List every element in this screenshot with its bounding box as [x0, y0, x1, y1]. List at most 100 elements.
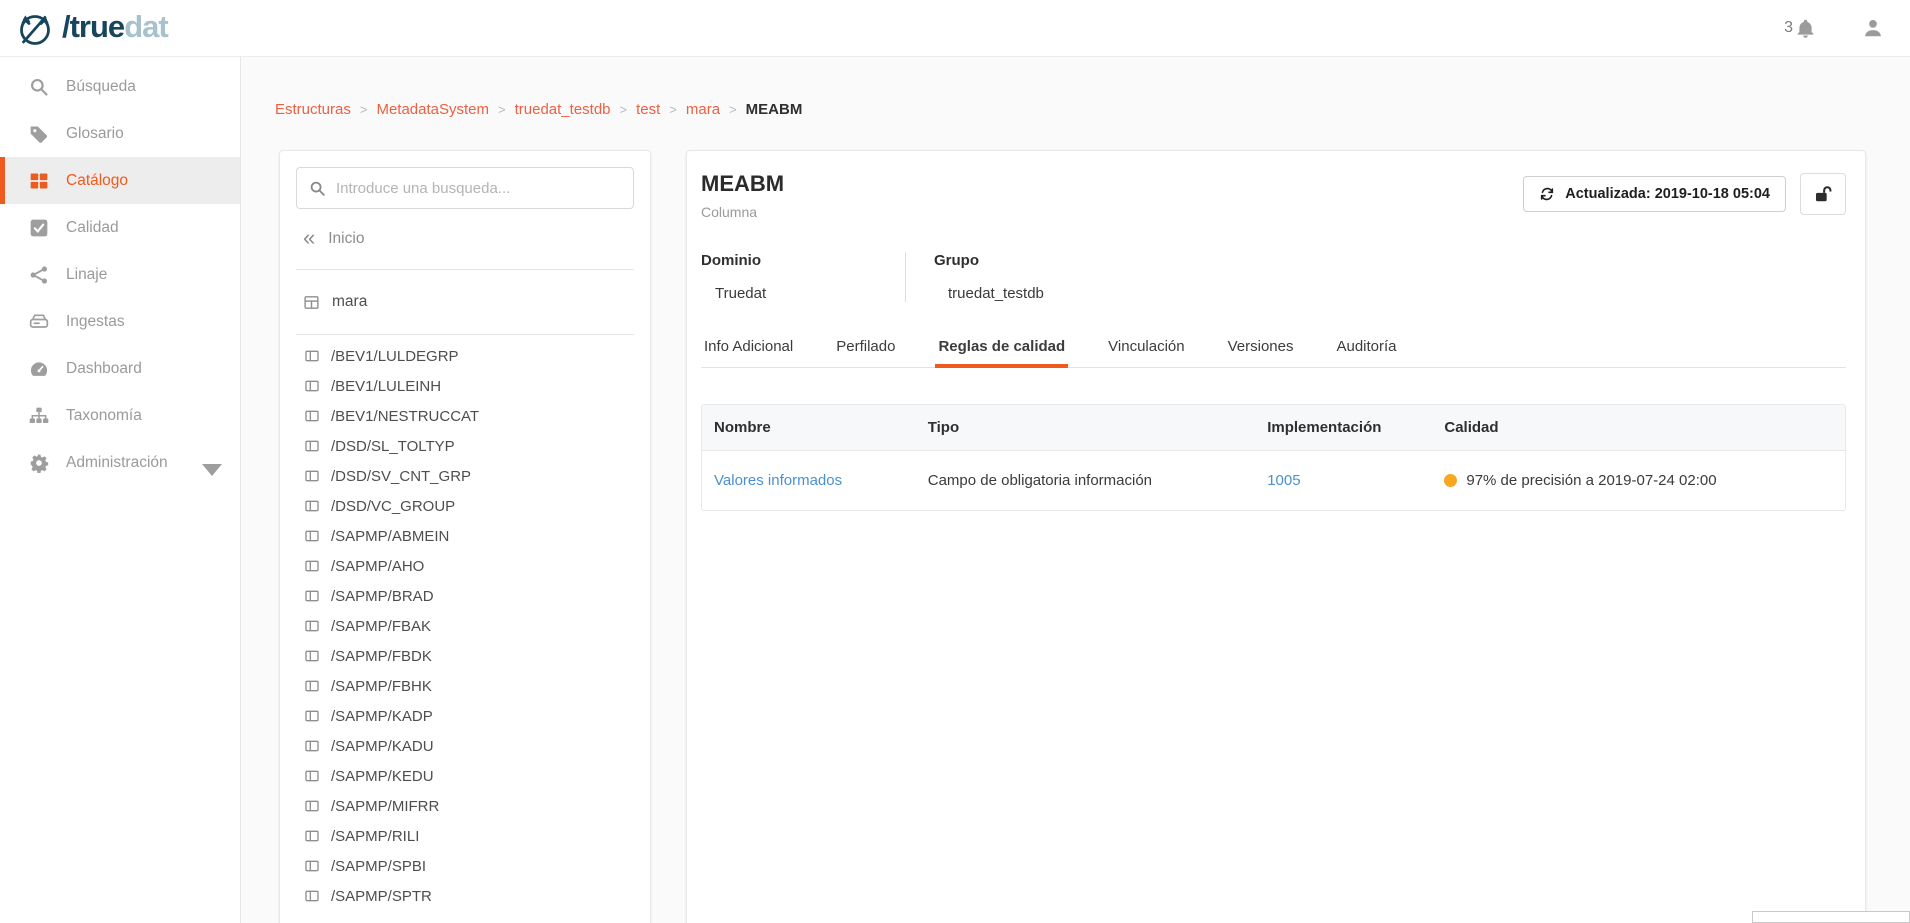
user-icon [1862, 17, 1884, 39]
breadcrumb-link-test[interactable]: test [636, 101, 660, 118]
list-item[interactable]: /SAPMP/KEDU [296, 761, 634, 791]
sidebar-item-label: Ingestas [66, 313, 125, 331]
list-item[interactable]: /BEV1/NESTRUCCAT [296, 401, 634, 431]
field-value: truedat_testdb [934, 285, 1044, 302]
list-item[interactable]: /SAPMP/BRAD [296, 581, 634, 611]
list-item[interactable]: /SAPMP/RILI [296, 821, 634, 851]
column-icon [304, 468, 320, 484]
updated-label: Actualizada: 2019-10-18 05:04 [1565, 186, 1770, 202]
sidebar: Búsqueda Glosario Catálogo Calidad Linaj… [0, 57, 241, 923]
main-content: Estructuras > MetadataSystem > truedat_t… [241, 57, 1910, 923]
list-item[interactable]: /SAPMP/FBDK [296, 641, 634, 671]
column-icon [304, 348, 320, 364]
breadcrumb-link-estructuras[interactable]: Estructuras [275, 101, 351, 118]
tab-info-adicional[interactable]: Info Adicional [701, 328, 796, 367]
column-icon [304, 408, 320, 424]
sidebar-item-catalogo[interactable]: Catálogo [0, 157, 240, 204]
table-icon [303, 294, 320, 311]
search-icon [29, 77, 49, 97]
lock-toggle-button[interactable] [1800, 173, 1846, 215]
tab-reglas-de-calidad[interactable]: Reglas de calidad [935, 328, 1068, 367]
field-value: Truedat [701, 285, 905, 302]
list-item[interactable]: /DSD/VC_GROUP [296, 491, 634, 521]
sidebar-item-busqueda[interactable]: Búsqueda [0, 63, 240, 110]
column-icon [304, 378, 320, 394]
implementation-link[interactable]: 1005 [1267, 472, 1300, 489]
column-icon [304, 798, 320, 814]
list-item[interactable]: /SAPMP/ABMEIN [296, 521, 634, 551]
gauge-icon [29, 359, 49, 379]
field-dominio: Dominio Truedat [701, 252, 906, 302]
tab-vinculacion[interactable]: Vinculación [1105, 328, 1187, 367]
notifications-button[interactable]: 3 [1784, 18, 1816, 39]
sidebar-item-calidad[interactable]: Calidad [0, 204, 240, 251]
browser-home-button[interactable]: « Inicio [296, 209, 634, 269]
structure-list: /BEV1/LULDEGRP /BEV1/LULEINH /BEV1/NESTR… [296, 335, 634, 911]
rule-name-link[interactable]: Valores informados [714, 472, 842, 489]
breadcrumb: Estructuras > MetadataSystem > truedat_t… [241, 57, 1910, 118]
sidebar-item-dashboard[interactable]: Dashboard [0, 345, 240, 392]
breadcrumb-separator: > [360, 102, 368, 117]
metadata-fields: Dominio Truedat Grupo truedat_testdb [701, 252, 1846, 302]
sidebar-item-ingestas[interactable]: Ingestas [0, 298, 240, 345]
partial-tooltip [1752, 911, 1910, 923]
structure-search [296, 167, 634, 209]
list-item[interactable]: /BEV1/LULDEGRP [296, 341, 634, 371]
column-header-tipo: Tipo [916, 405, 1255, 450]
structure-browser-panel: « Inicio mara /BEV1/LULDEGRP /BEV1/LULEI… [279, 150, 651, 923]
list-item[interactable]: /SAPMP/KADU [296, 731, 634, 761]
grid-icon [29, 171, 49, 191]
detail-tabs: Info Adicional Perfilado Reglas de calid… [701, 328, 1846, 368]
breadcrumb-link-truedat-testdb[interactable]: truedat_testdb [515, 101, 611, 118]
tab-versiones[interactable]: Versiones [1225, 328, 1297, 367]
check-square-icon [29, 218, 49, 238]
quality-status-dot [1444, 474, 1457, 487]
field-grupo: Grupo truedat_testdb [906, 252, 1044, 302]
column-header-calidad: Calidad [1432, 405, 1845, 450]
sidebar-item-administracion[interactable]: Administración [0, 439, 240, 486]
column-icon [304, 678, 320, 694]
field-label: Dominio [701, 252, 905, 269]
search-input[interactable] [336, 180, 621, 197]
rule-type-cell: Campo de obligatoria información [916, 451, 1255, 510]
sidebar-item-label: Taxonomía [66, 407, 142, 425]
column-header-implementacion: Implementación [1255, 405, 1432, 450]
sidebar-item-label: Catálogo [66, 172, 128, 190]
list-item[interactable]: /DSD/SL_TOLTYP [296, 431, 634, 461]
quality-rules-table: Nombre Tipo Implementación Calidad Valor… [701, 404, 1846, 511]
brand-wordmark: /truedat [62, 11, 168, 46]
sidebar-item-label: Administración [66, 454, 168, 472]
list-item[interactable]: /SAPMP/AHO [296, 551, 634, 581]
sidebar-item-label: Linaje [66, 266, 107, 284]
sidebar-item-linaje[interactable]: Linaje [0, 251, 240, 298]
breadcrumb-separator: > [498, 102, 506, 117]
list-item[interactable]: /SAPMP/SPBI [296, 851, 634, 881]
unlock-icon [1814, 185, 1833, 204]
list-item[interactable]: /SAPMP/FBHK [296, 671, 634, 701]
list-item[interactable]: /SAPMP/KADP [296, 701, 634, 731]
drive-icon [29, 312, 49, 332]
parent-label: mara [332, 293, 367, 311]
tab-auditoria[interactable]: Auditoría [1333, 328, 1399, 367]
column-icon [304, 588, 320, 604]
browser-parent-mara[interactable]: mara [296, 270, 634, 334]
breadcrumb-link-mara[interactable]: mara [686, 101, 720, 118]
refresh-updated-button[interactable]: Actualizada: 2019-10-18 05:04 [1523, 176, 1786, 212]
double-chevron-left-icon: « [303, 227, 315, 252]
list-item[interactable]: /DSD/SV_CNT_GRP [296, 461, 634, 491]
sitemap-icon [29, 406, 49, 426]
user-menu-button[interactable] [1862, 17, 1884, 39]
sidebar-item-label: Glosario [66, 125, 124, 143]
sidebar-item-taxonomia[interactable]: Taxonomía [0, 392, 240, 439]
tab-perfilado[interactable]: Perfilado [833, 328, 898, 367]
sidebar-item-glosario[interactable]: Glosario [0, 110, 240, 157]
home-label: Inicio [328, 230, 364, 248]
owl-icon [14, 6, 58, 50]
list-item[interactable]: /SAPMP/MIFRR [296, 791, 634, 821]
list-item[interactable]: /SAPMP/SPTR [296, 881, 634, 911]
structure-type-label: Columna [701, 204, 784, 220]
breadcrumb-link-metadatasystem[interactable]: MetadataSystem [376, 101, 489, 118]
list-item[interactable]: /BEV1/LULEINH [296, 371, 634, 401]
list-item[interactable]: /SAPMP/FBAK [296, 611, 634, 641]
truedat-logo[interactable]: /truedat [14, 6, 168, 50]
